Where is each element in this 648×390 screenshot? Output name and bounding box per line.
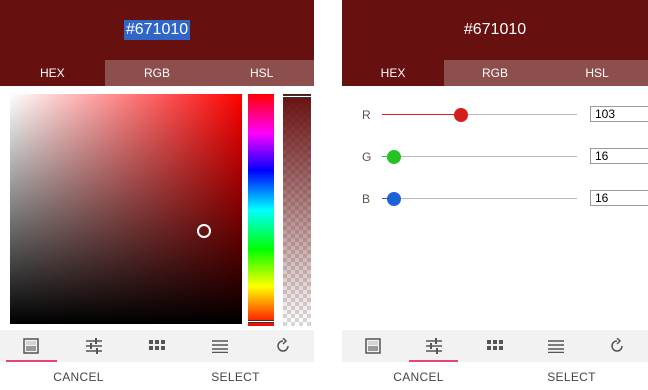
sliders-icon [86,338,103,354]
hex-value-input[interactable]: #671010 [464,21,526,39]
tab-hex[interactable]: HEX [342,60,444,86]
dialog-actions: CANCEL SELECT [0,370,314,390]
palette-icon [23,338,40,354]
list-mode-button[interactable] [188,330,251,362]
green-slider-row: G 16 [342,147,648,167]
cancel-button[interactable]: CANCEL [342,370,495,390]
list-mode-button[interactable] [526,330,587,362]
history-mode-button[interactable] [587,330,648,362]
blue-slider-row: B 16 [342,189,648,209]
hue-slider[interactable] [248,94,274,326]
blue-value-input[interactable]: 16 [590,190,648,206]
mode-tabs: HEX RGB HSL [342,60,648,86]
palette-icon [364,338,381,354]
history-icon [276,338,289,352]
tab-rgb[interactable]: RGB [444,60,546,86]
red-label: R [362,108,371,122]
red-slider-fill [382,114,461,115]
mode-tabs: HEX RGB HSL [0,60,314,86]
swatches-grid-icon [148,340,165,350]
list-icon [211,340,228,353]
hue-slider-handle[interactable] [248,320,274,323]
list-icon [548,340,565,353]
picker-mode-toolbar [0,330,314,362]
tab-hsl[interactable]: HSL [546,60,648,86]
color-picker-hex-panel: #671010 HEX RGB HSL CANCEL SELECT [0,0,314,390]
hex-value-input[interactable]: #671010 [123,20,191,40]
red-value-input[interactable]: 103 [590,106,648,122]
swatches-mode-button[interactable] [464,330,525,362]
history-mode-button[interactable] [251,330,314,362]
green-value-input[interactable]: 16 [590,148,648,164]
palette-mode-button[interactable] [0,330,63,362]
green-label: G [362,150,372,164]
saturation-value-area[interactable] [10,94,242,324]
blue-slider-track[interactable] [382,198,577,199]
red-slider-track[interactable] [382,114,577,115]
tab-hsl[interactable]: HSL [209,60,314,86]
hex-header: #671010 [342,0,648,60]
palette-mode-button[interactable] [342,330,403,362]
green-slider-thumb[interactable] [387,150,402,164]
swatches-mode-button[interactable] [126,330,189,362]
picker-mode-toolbar [342,330,648,362]
alpha-slider-handle[interactable] [283,95,311,98]
sliders-mode-button[interactable] [403,330,464,362]
select-button[interactable]: SELECT [495,370,648,390]
hex-header: #671010 [0,0,314,60]
tab-rgb[interactable]: RGB [104,60,210,86]
history-icon [611,338,624,352]
cancel-button[interactable]: CANCEL [0,370,157,390]
sliders-mode-button[interactable] [63,330,126,362]
dialog-actions: CANCEL SELECT [342,370,648,390]
tab-hex[interactable]: HEX [0,60,105,86]
saturation-value-cursor[interactable] [197,224,211,238]
select-button[interactable]: SELECT [157,370,314,390]
red-slider-thumb[interactable] [453,108,468,122]
blue-slider-thumb[interactable] [387,192,402,206]
alpha-slider[interactable] [283,94,311,326]
green-slider-track[interactable] [382,156,577,157]
swatches-grid-icon [487,340,503,350]
red-slider-row: R 103 [342,105,648,125]
blue-label: B [362,192,371,206]
color-picker-rgb-panel: #671010 HEX RGB HSL R 103 G 16 B 16 CANC… [342,0,648,390]
sliders-icon [425,338,442,354]
